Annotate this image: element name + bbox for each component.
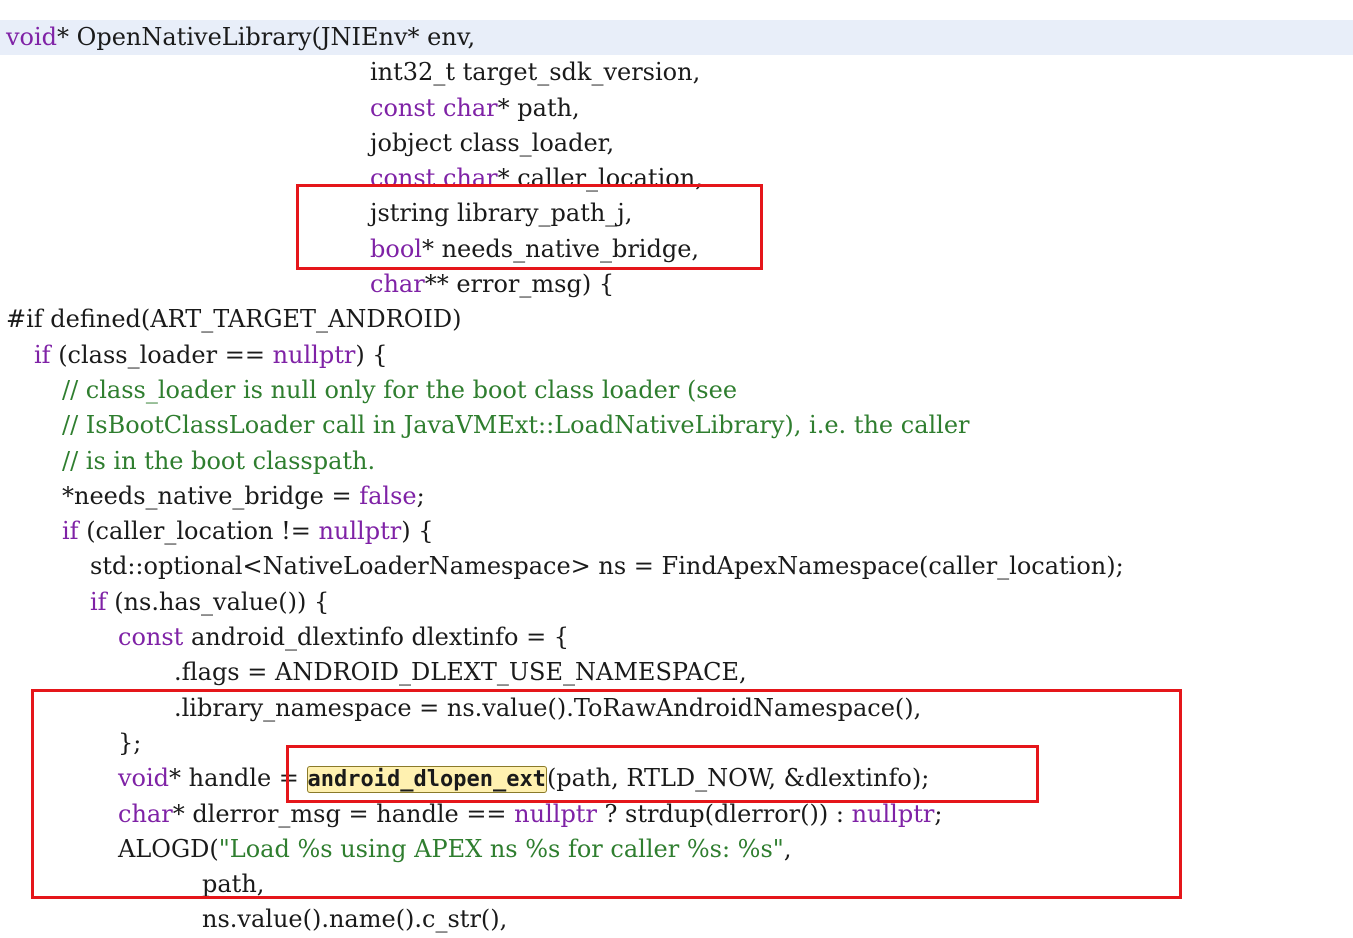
code-token: // class_loader is null only for the boo… [62,375,738,404]
code-token: ? strdup(dlerror()) : [596,799,852,828]
code-token: }; [118,728,142,757]
code-token: const [370,93,436,122]
code-token: ; [416,481,425,510]
code-token: if [62,517,79,546]
code-token: (path, RTLD_NOW, &dlextinfo); [546,764,930,793]
code-line[interactable]: // class_loader is null only for the boo… [0,373,1353,408]
code-line[interactable]: void* handle = android_dlopen_ext(path, … [0,761,1353,796]
code-token: if [34,340,51,369]
code-token: // IsBootClassLoader call in JavaVMExt::… [62,411,970,440]
code-line[interactable]: std::optional<NativeLoaderNamespace> ns … [0,549,1353,584]
code-token: (ns.has_value()) { [106,587,330,616]
code-token: .flags = ANDROID_DLEXT_USE_NAMESPACE, [174,658,747,687]
code-token: jobject class_loader, [370,128,615,157]
code-token: ; [934,799,943,828]
code-line[interactable]: char** error_msg) { [0,267,1353,302]
code-token: nullptr [272,340,356,369]
code-token: (caller_location != [78,517,319,546]
code-line[interactable]: // is in the boot classpath. [0,444,1353,479]
code-line[interactable]: const android_dlextinfo dlextinfo = { [0,620,1353,655]
code-token: // is in the boot classpath. [62,446,376,475]
code-token: nullptr [514,799,597,828]
code-line[interactable]: }; [0,726,1353,761]
code-token: char [442,164,498,193]
code-token: path, [202,870,265,899]
code-line[interactable]: ns.value().name().c_str(), [0,902,1353,937]
code-token: char [442,93,498,122]
code-line[interactable]: if (class_loader == nullptr) { [0,338,1353,373]
code-token: jstring library_path_j, [370,199,633,228]
code-line[interactable]: jobject class_loader, [0,126,1353,161]
code-token: int32_t target_sdk_version, [370,58,701,87]
code-token: std::optional<NativeLoaderNamespace> ns … [90,552,1124,581]
code-line[interactable]: ALOGD("Load %s using APEX ns %s for call… [0,832,1353,867]
code-token: ) { [401,517,434,546]
code-line[interactable]: const char* caller_location, [0,161,1353,196]
code-line[interactable]: // IsBootClassLoader call in JavaVMExt::… [0,408,1353,443]
code-token: * path, [497,93,580,122]
code-token: ns.value().name().c_str(), [202,905,508,934]
code-token: bool [370,234,422,263]
code-token: nullptr [851,799,935,828]
code-token: android_dlextinfo dlextinfo = { [183,623,570,652]
code-line[interactable]: char* dlerror_msg = handle == nullptr ? … [0,797,1353,832]
code-line[interactable]: int32_t target_sdk_version, [0,55,1353,90]
code-line[interactable]: bool* needs_native_bridge, [0,232,1353,267]
code-token: char [370,270,425,299]
code-line[interactable]: void* OpenNativeLibrary(JNIEnv* env, [0,20,1353,56]
code-line[interactable]: jstring library_path_j, [0,196,1353,231]
code-token: void [6,23,58,51]
code-line[interactable]: if (ns.has_value()) { [0,585,1353,620]
code-token: ALOGD( [118,834,219,863]
code-token: , [783,834,792,863]
code-line[interactable]: #if defined(ART_TARGET_ANDROID) [0,302,1353,337]
code-token: (class_loader == [50,340,273,369]
highlighted-symbol: android_dlopen_ext [306,766,547,794]
code-line[interactable]: .library_namespace = ns.value().ToRawAnd… [0,691,1353,726]
code-line[interactable]: path, [0,867,1353,902]
code-token: * handle = [169,764,307,793]
code-token: false [359,481,417,510]
code-token: const [370,164,436,193]
code-line[interactable]: if (caller_location != nullptr) { [0,514,1353,549]
code-token: "Load %s using APEX ns %s for caller %s:… [218,834,784,863]
code-token: nullptr [318,517,402,546]
code-token: if [90,587,107,616]
code-line[interactable]: *needs_native_bridge = false; [0,479,1353,514]
code-token: * caller_location, [497,164,703,193]
code-token: * OpenNativeLibrary(JNIEnv* env, [57,23,476,51]
code-token: const [118,623,184,652]
code-token: ** error_msg) { [424,270,615,299]
code-token: ) { [355,340,388,369]
code-token: * dlerror_msg = handle == [172,799,515,828]
code-token: #if defined(ART_TARGET_ANDROID) [6,305,462,334]
code-editor[interactable]: void* OpenNativeLibrary(JNIEnv* env, int3… [0,20,1353,938]
code-token: * needs_native_bridge, [421,234,700,263]
code-token: .library_namespace = ns.value().ToRawAnd… [174,693,922,722]
code-token: void [118,764,170,793]
code-line[interactable]: const char* path, [0,91,1353,126]
code-token: char [118,799,173,828]
code-token: *needs_native_bridge = [62,481,360,510]
code-line[interactable]: .flags = ANDROID_DLEXT_USE_NAMESPACE, [0,655,1353,690]
